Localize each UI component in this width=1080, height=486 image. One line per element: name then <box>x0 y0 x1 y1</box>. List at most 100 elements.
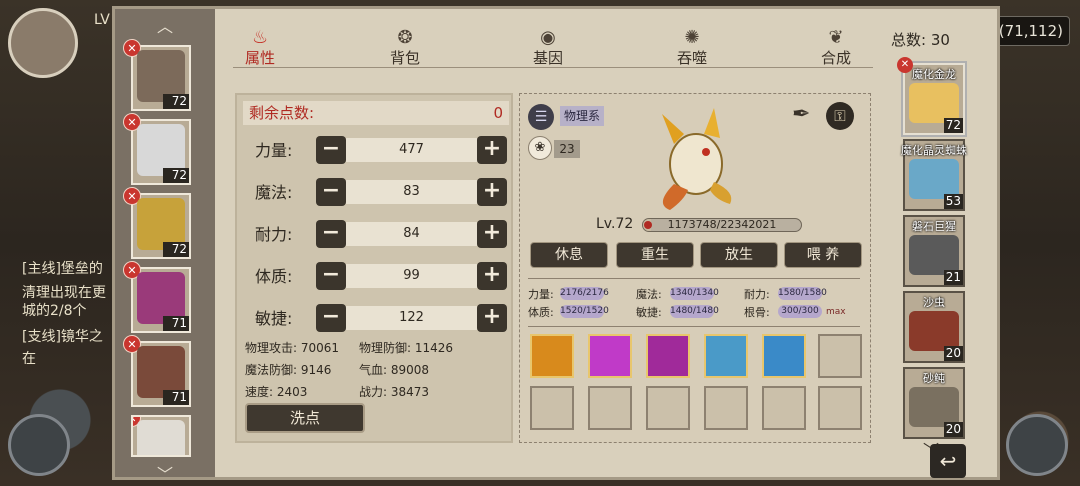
roster-pet-slot[interactable]: 魔化晶灵蜘蛛 53 <box>901 139 967 211</box>
pet-name: 磐石巨猩 <box>912 220 956 233</box>
decrease-button[interactable]: − <box>316 220 346 248</box>
increase-button[interactable]: + <box>477 304 507 332</box>
tab-gene[interactable]: ◉ 基因 <box>533 29 563 68</box>
stat-label: 根骨: <box>744 306 770 319</box>
scroll-up-icon[interactable]: ︿ <box>115 13 215 37</box>
divider <box>528 278 860 279</box>
scroll-down-icon[interactable]: ﹀ <box>115 461 215 485</box>
tab-divider <box>233 67 873 68</box>
rebirth-button[interactable]: 重生 <box>616 242 694 268</box>
reset-points-button[interactable]: 洗点 <box>245 403 365 433</box>
pet-type-label: 物理系 <box>560 106 605 126</box>
skill-slot-claw-slash-icon[interactable] <box>588 334 632 378</box>
pet-level: 20 <box>943 346 963 361</box>
pet-level: 53 <box>943 194 963 209</box>
pet-level-text: Lv.72 <box>596 216 634 232</box>
pet-level: 72 <box>163 168 189 183</box>
tab-attributes[interactable]: ♨ 属性 <box>245 29 275 68</box>
team-pet-slot[interactable]: ✕ 71 <box>123 261 191 333</box>
skill-slot-empty[interactable] <box>704 386 748 430</box>
skill-slot-empty[interactable] <box>530 386 574 430</box>
increase-button[interactable]: + <box>477 178 507 206</box>
lock-icon[interactable]: ⚿ <box>826 102 854 130</box>
decrease-button[interactable]: − <box>316 262 346 290</box>
player-avatar[interactable] <box>8 8 78 78</box>
tab-label: 合成 <box>821 49 852 67</box>
skill-slot-ice-beast-icon[interactable] <box>704 334 748 378</box>
decrease-button[interactable]: − <box>316 304 346 332</box>
pet-name: 沙虫 <box>923 296 945 309</box>
quest-text-4[interactable]: 城的2/8个 <box>22 300 87 320</box>
decrease-button[interactable]: − <box>316 178 346 206</box>
attr-row-magic: 魔法: − 83 + <box>243 175 509 207</box>
pet-level: 72 <box>943 118 963 133</box>
pet-detail-panel: ☰ 物理系 ❀ 23 ✒ ⚿ Lv.72 1173748/22342021 休息… <box>519 93 871 443</box>
stat-label: 力量: <box>528 288 554 301</box>
skill-slot-wind-slash-icon[interactable] <box>762 334 806 378</box>
increase-button[interactable]: + <box>477 262 507 290</box>
stat-label: 体质: <box>528 306 554 319</box>
roster-pet-slot[interactable]: ✕ 魔化金龙 72 <box>897 57 965 135</box>
pet-portrait <box>909 311 959 351</box>
attr-value: 83 <box>346 180 477 204</box>
team-pet-slot[interactable]: ✕ 72 <box>123 39 191 111</box>
derived-stat: 速度: 2403 <box>245 385 308 399</box>
attr-row-constitution: 体质: − 99 + <box>243 259 509 291</box>
bag-icon: ❂ <box>397 27 413 48</box>
attr-row-endurance: 耐力: − 84 + <box>243 217 509 249</box>
attr-name: 力量: <box>255 141 293 160</box>
attr-value: 122 <box>346 306 477 330</box>
list-icon[interactable]: ☰ <box>528 104 554 130</box>
quest-text-5[interactable]: [支线]镜华之 <box>22 326 103 346</box>
attr-value: 477 <box>346 138 477 162</box>
attr-row-agility: 敏捷: − 122 + <box>243 301 509 333</box>
pet-menu-button[interactable] <box>8 414 70 476</box>
divider <box>528 326 860 327</box>
tab-synthesis[interactable]: ❦ 合成 <box>821 29 851 68</box>
tab-devour[interactable]: ✺ 吞噬 <box>677 29 707 68</box>
return-icon[interactable]: ↩ <box>930 444 966 478</box>
feed-button[interactable]: 喂 养 <box>784 242 862 268</box>
tab-bag[interactable]: ❂ 背包 <box>390 29 420 68</box>
increase-button[interactable]: + <box>477 220 507 248</box>
roster-pet-slot[interactable]: 磐石巨猩 21 <box>903 215 965 287</box>
release-button[interactable]: 放生 <box>700 242 778 268</box>
team-pet-slot[interactable]: ✕ 72 <box>123 187 191 259</box>
eye-icon: ◉ <box>540 27 556 48</box>
pet-portrait <box>909 83 959 123</box>
attr-name: 耐力: <box>255 225 293 244</box>
stat-label: 敏捷: <box>636 306 662 319</box>
team-pet-slot[interactable]: ✕ <box>131 415 191 457</box>
tab-label: 背包 <box>390 49 421 67</box>
roster-pet-slot[interactable]: 沙虫 20 <box>903 291 965 363</box>
pet-level: 72 <box>163 242 189 257</box>
skill-slot-empty[interactable] <box>588 386 632 430</box>
rest-button[interactable]: 休息 <box>530 242 608 268</box>
quest-text-3[interactable]: 清理出现在更 <box>22 282 106 302</box>
derived-stat: 物理攻击: 70061 <box>245 341 340 355</box>
derived-stat: 气血: 89008 <box>359 363 430 377</box>
skill-slot-empty[interactable] <box>646 386 690 430</box>
stat-value: 300/300 <box>778 305 822 318</box>
derived-stat: 魔法防御: 9146 <box>245 363 332 377</box>
increase-button[interactable]: + <box>477 136 507 164</box>
quill-icon[interactable]: ✒ <box>792 102 810 127</box>
skill-slot-empty[interactable] <box>818 334 862 378</box>
decrease-button[interactable]: − <box>316 136 346 164</box>
skill-slot-dark-burst-icon[interactable] <box>646 334 690 378</box>
attr-name: 体质: <box>255 267 293 286</box>
max-label: max <box>826 307 846 317</box>
quest-text-2[interactable]: [主线]堡垒的 <box>22 258 103 278</box>
quest-text-6[interactable]: 在 <box>22 348 36 368</box>
attr-value: 99 <box>346 264 477 288</box>
tab-label: 基因 <box>533 49 564 67</box>
skill-slot-empty[interactable] <box>818 386 862 430</box>
team-pet-slot[interactable]: ✕ 72 <box>123 113 191 185</box>
team-pet-slot[interactable]: ✕ 71 <box>123 335 191 407</box>
home-button[interactable] <box>1006 414 1068 476</box>
derived-stat: 战力: 38473 <box>359 385 430 399</box>
roster-pet-slot[interactable]: 砂鲀 20 <box>903 367 965 439</box>
skill-slot-empty[interactable] <box>762 386 806 430</box>
remaining-points-label: 剩余点数: <box>249 104 315 122</box>
skill-slot-flame-burst-icon[interactable] <box>530 334 574 378</box>
